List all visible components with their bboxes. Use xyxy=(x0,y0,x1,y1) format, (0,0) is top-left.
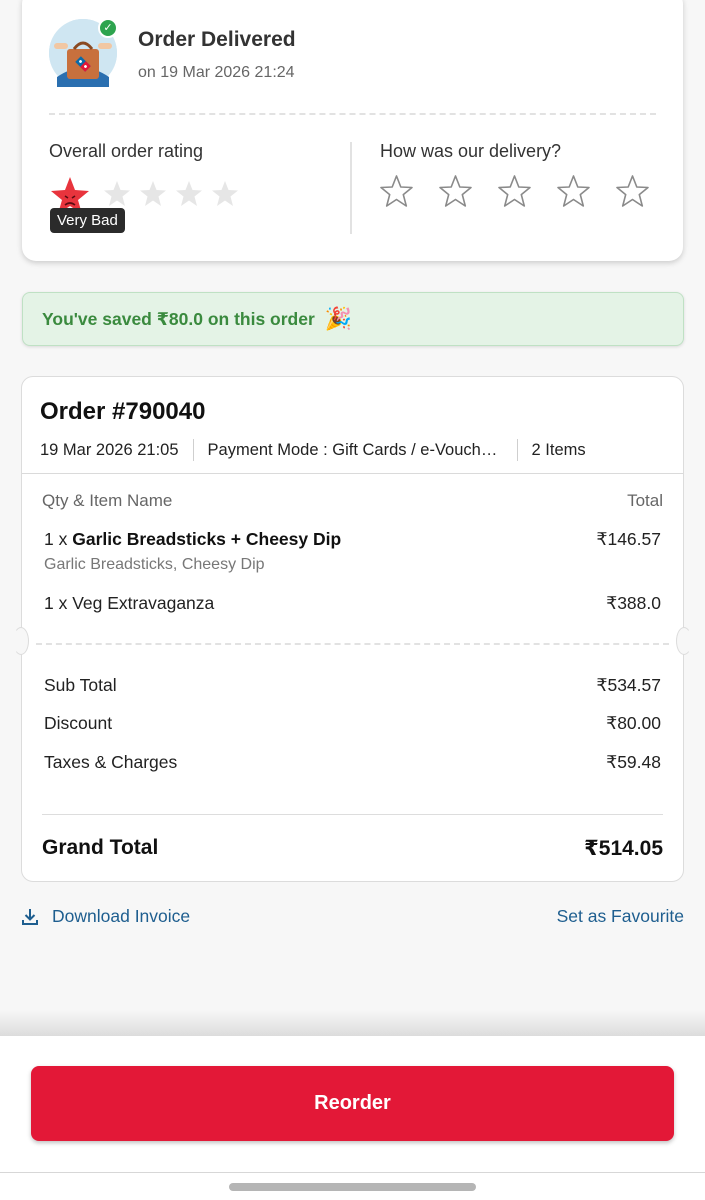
star-outline-icon[interactable] xyxy=(379,174,414,213)
savings-banner: You've saved ₹80.0 on this order 🎉 xyxy=(22,292,684,346)
order-datetime: 19 Mar 2026 21:05 xyxy=(40,440,179,459)
ticket-notch xyxy=(13,627,29,655)
star-icon[interactable] xyxy=(211,180,239,212)
payment-mode: Payment Mode : Gift Cards / e-Vouchers xyxy=(207,440,503,459)
set-favourite-link[interactable]: Set as Favourite xyxy=(557,906,684,927)
delivery-rating-stars xyxy=(379,174,650,213)
item-count: 2 Items xyxy=(531,440,586,459)
party-popper-icon: 🎉 xyxy=(324,306,353,331)
order-details-card: Order #790040 19 Mar 2026 21:05 Payment … xyxy=(13,376,692,882)
divider xyxy=(350,142,352,234)
star-outline-icon[interactable] xyxy=(438,174,473,213)
item-name: 1 x Veg Extravaganza xyxy=(44,593,215,613)
download-invoice-label: Download Invoice xyxy=(52,906,191,926)
taxes-row: Taxes & Charges ₹59.48 xyxy=(44,752,661,772)
subtotal-row: Sub Total ₹534.57 xyxy=(44,675,661,695)
delivery-rating-label: How was our delivery? xyxy=(380,141,562,161)
divider xyxy=(0,1172,705,1173)
order-item-row: 1 x Garlic Breadsticks + Cheesy Dip ₹146… xyxy=(44,529,661,550)
divider xyxy=(22,473,683,474)
item-price: ₹146.57 xyxy=(596,529,661,549)
star-outline-icon[interactable] xyxy=(615,174,650,213)
item-description: Garlic Breadsticks, Cheesy Dip xyxy=(44,556,265,573)
grand-total-row: Grand Total ₹514.05 xyxy=(42,836,663,861)
column-header-item: Qty & Item Name xyxy=(42,491,173,510)
divider xyxy=(192,439,194,461)
order-number: Order #790040 xyxy=(40,398,206,425)
download-invoice-link[interactable]: Download Invoice xyxy=(22,906,190,927)
grand-total-value: ₹514.05 xyxy=(584,837,663,860)
column-header-total: Total xyxy=(627,491,663,510)
order-status-title: Order Delivered xyxy=(138,28,296,51)
delivered-date: on 19 Mar 2026 21:24 xyxy=(138,64,295,81)
divider xyxy=(42,814,663,815)
bottom-action-bar: Reorder xyxy=(0,1036,705,1200)
delivered-check-icon: ✓ xyxy=(98,18,118,38)
reorder-button[interactable]: Reorder xyxy=(31,1066,674,1141)
savings-text: You've saved ₹80.0 on this order xyxy=(42,308,315,329)
divider xyxy=(36,643,669,645)
star-outline-icon[interactable] xyxy=(497,174,532,213)
item-price: ₹388.0 xyxy=(606,593,661,613)
order-item-row: 1 x Veg Extravaganza ₹388.0 xyxy=(44,593,661,614)
order-meta-row: 19 Mar 2026 21:05 Payment Mode : Gift Ca… xyxy=(40,439,586,461)
grand-total-label: Grand Total xyxy=(42,836,159,859)
order-status-card: ✓ Order Delivered on 19 Mar 2026 21:24 O… xyxy=(22,0,683,261)
divider xyxy=(516,439,518,461)
star-icon[interactable] xyxy=(139,180,167,212)
divider xyxy=(49,113,656,115)
rating-tooltip: Very Bad xyxy=(50,208,125,233)
scroll-shade xyxy=(0,1010,705,1036)
star-icon[interactable] xyxy=(175,180,203,212)
home-indicator[interactable] xyxy=(229,1183,476,1191)
download-icon xyxy=(22,908,38,925)
overall-rating-label: Overall order rating xyxy=(49,141,204,161)
discount-row: Discount ₹80.00 xyxy=(44,713,661,733)
ticket-notch xyxy=(676,627,692,655)
star-outline-icon[interactable] xyxy=(556,174,591,213)
item-name: 1 x Garlic Breadsticks + Cheesy Dip xyxy=(44,529,342,549)
